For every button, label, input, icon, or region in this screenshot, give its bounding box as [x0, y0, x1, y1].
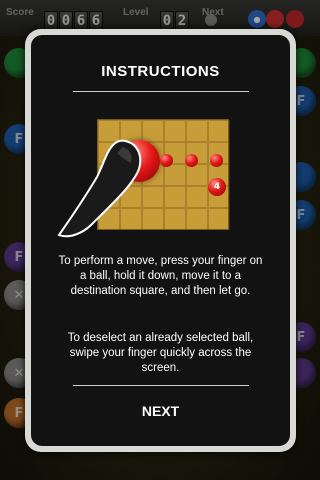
instruction-deselect-text: To deselect an already selected ball, sw… — [67, 332, 254, 374]
divider-bottom — [73, 385, 249, 386]
finger-pointer-icon — [57, 139, 142, 238]
demo-destination-ball: 4 — [208, 178, 226, 196]
demo-path-dot — [160, 154, 173, 167]
instruction-move-text: To perform a move, press your finger on … — [58, 255, 263, 297]
instructions-title: INSTRUCTIONS — [101, 63, 220, 80]
demo-path-dot — [210, 154, 223, 167]
divider-top — [73, 91, 249, 92]
instructions-dialog: INSTRUCTIONS 4 To perform a move, press … — [25, 29, 296, 452]
instructions-panel: INSTRUCTIONS 4 To perform a move, press … — [31, 35, 290, 446]
next-button[interactable]: NEXT — [31, 403, 290, 419]
demo-path-dot — [185, 154, 198, 167]
